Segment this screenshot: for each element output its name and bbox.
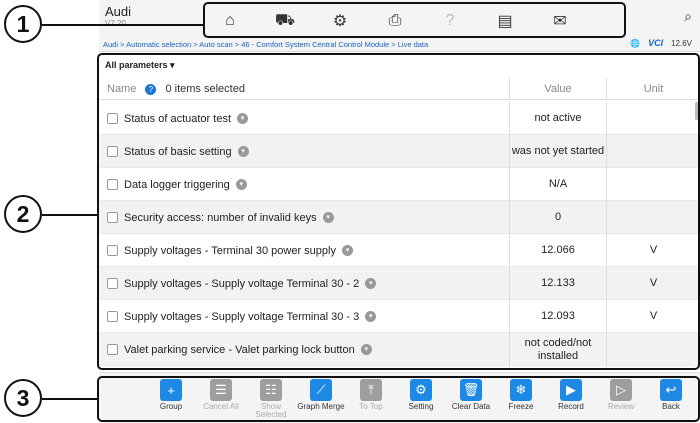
status-area: 🌐 VCI 12.6V <box>630 38 692 48</box>
breadcrumb[interactable]: Audi > Automatic selection > Auto scan >… <box>103 40 428 49</box>
callout-frame-1 <box>203 2 626 38</box>
callout-frame-3 <box>97 376 700 422</box>
battery-voltage: 12.6V <box>671 38 692 48</box>
page-title: Audi <box>105 4 132 19</box>
callout-leader-3 <box>42 398 97 400</box>
callout-leader-1 <box>42 24 203 26</box>
callout-marker-1: 1 <box>4 5 42 43</box>
callout-frame-2 <box>97 53 700 370</box>
callout-marker-3: 3 <box>4 379 42 417</box>
network-icon: 🌐 <box>630 38 641 48</box>
callout-leader-2 <box>42 214 97 216</box>
search-icon[interactable]: ⌕ <box>684 8 692 25</box>
callout-marker-2: 2 <box>4 195 42 233</box>
vci-status-icon: VCI <box>648 38 664 48</box>
